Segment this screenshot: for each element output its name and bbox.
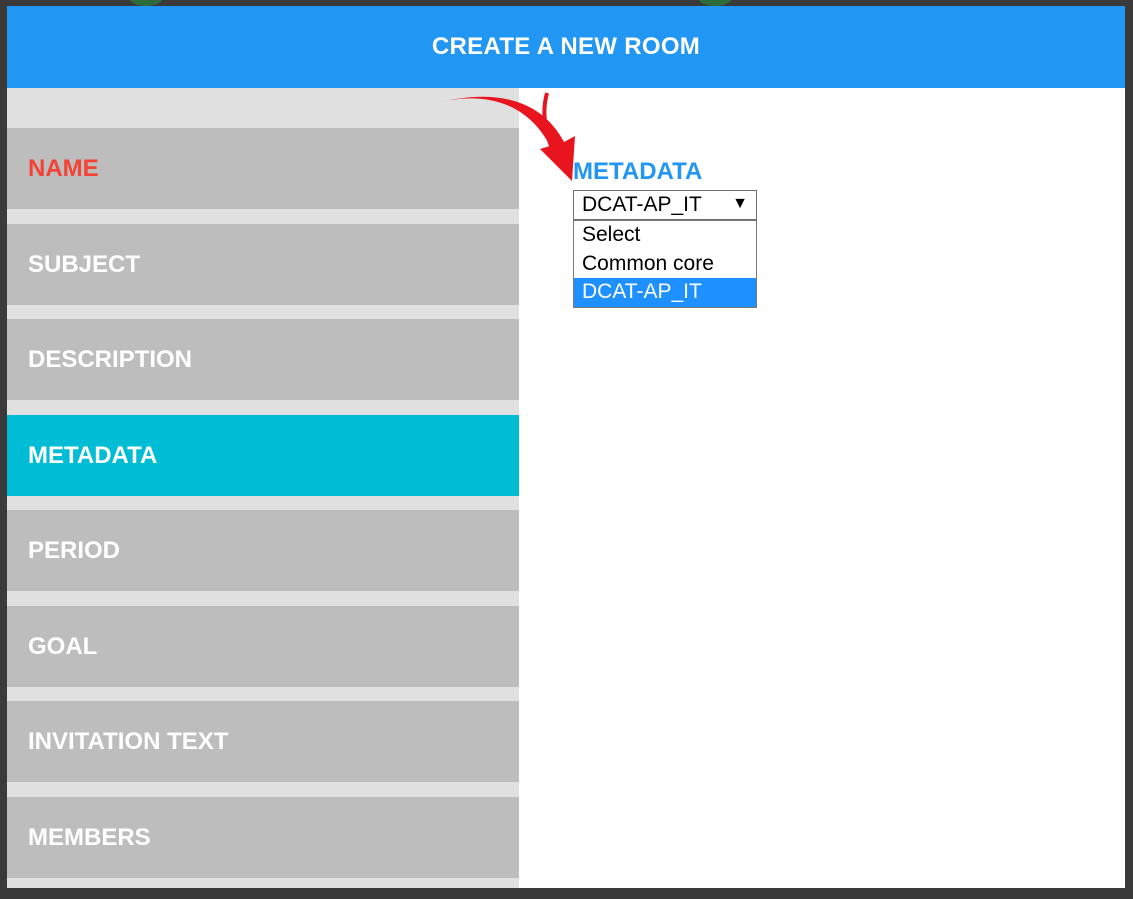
metadata-dropdown-list: Select Common core DCAT-AP_IT	[573, 220, 757, 308]
sidebar-item-description[interactable]: DESCRIPTION	[7, 319, 519, 400]
sidebar-item-invitation-text[interactable]: INVITATION TEXT	[7, 701, 519, 782]
sidebar: NAME SUBJECT DESCRIPTION METADATA PERIOD…	[7, 88, 519, 888]
dropdown-option-dcat-ap-it[interactable]: DCAT-AP_IT	[574, 278, 756, 307]
create-room-modal: CREATE A NEW ROOM NAME SUBJECT DESCRIPTI…	[7, 6, 1125, 888]
dropdown-option-select[interactable]: Select	[574, 221, 756, 250]
select-value: DCAT-AP_IT	[582, 193, 702, 216]
modal-title: CREATE A NEW ROOM	[431, 33, 701, 60]
sidebar-item-subject[interactable]: SUBJECT	[7, 224, 519, 305]
content-panel: METADATA DCAT-AP_IT ▼ Select Common core…	[519, 88, 1125, 888]
sidebar-item-metadata[interactable]: METADATA	[7, 415, 519, 496]
sidebar-item-goal[interactable]: GOAL	[7, 606, 519, 687]
field-title: METADATA	[573, 158, 703, 185]
sidebar-item-members[interactable]: MEMBERS	[7, 797, 519, 878]
dropdown-option-common-core[interactable]: Common core	[574, 250, 756, 279]
metadata-select[interactable]: DCAT-AP_IT ▼	[573, 190, 757, 220]
modal-header: CREATE A NEW ROOM	[7, 6, 1125, 88]
triangle-down-icon: ▼	[732, 195, 748, 212]
red-curved-arrow-icon	[437, 92, 575, 181]
sidebar-item-period[interactable]: PERIOD	[7, 510, 519, 591]
